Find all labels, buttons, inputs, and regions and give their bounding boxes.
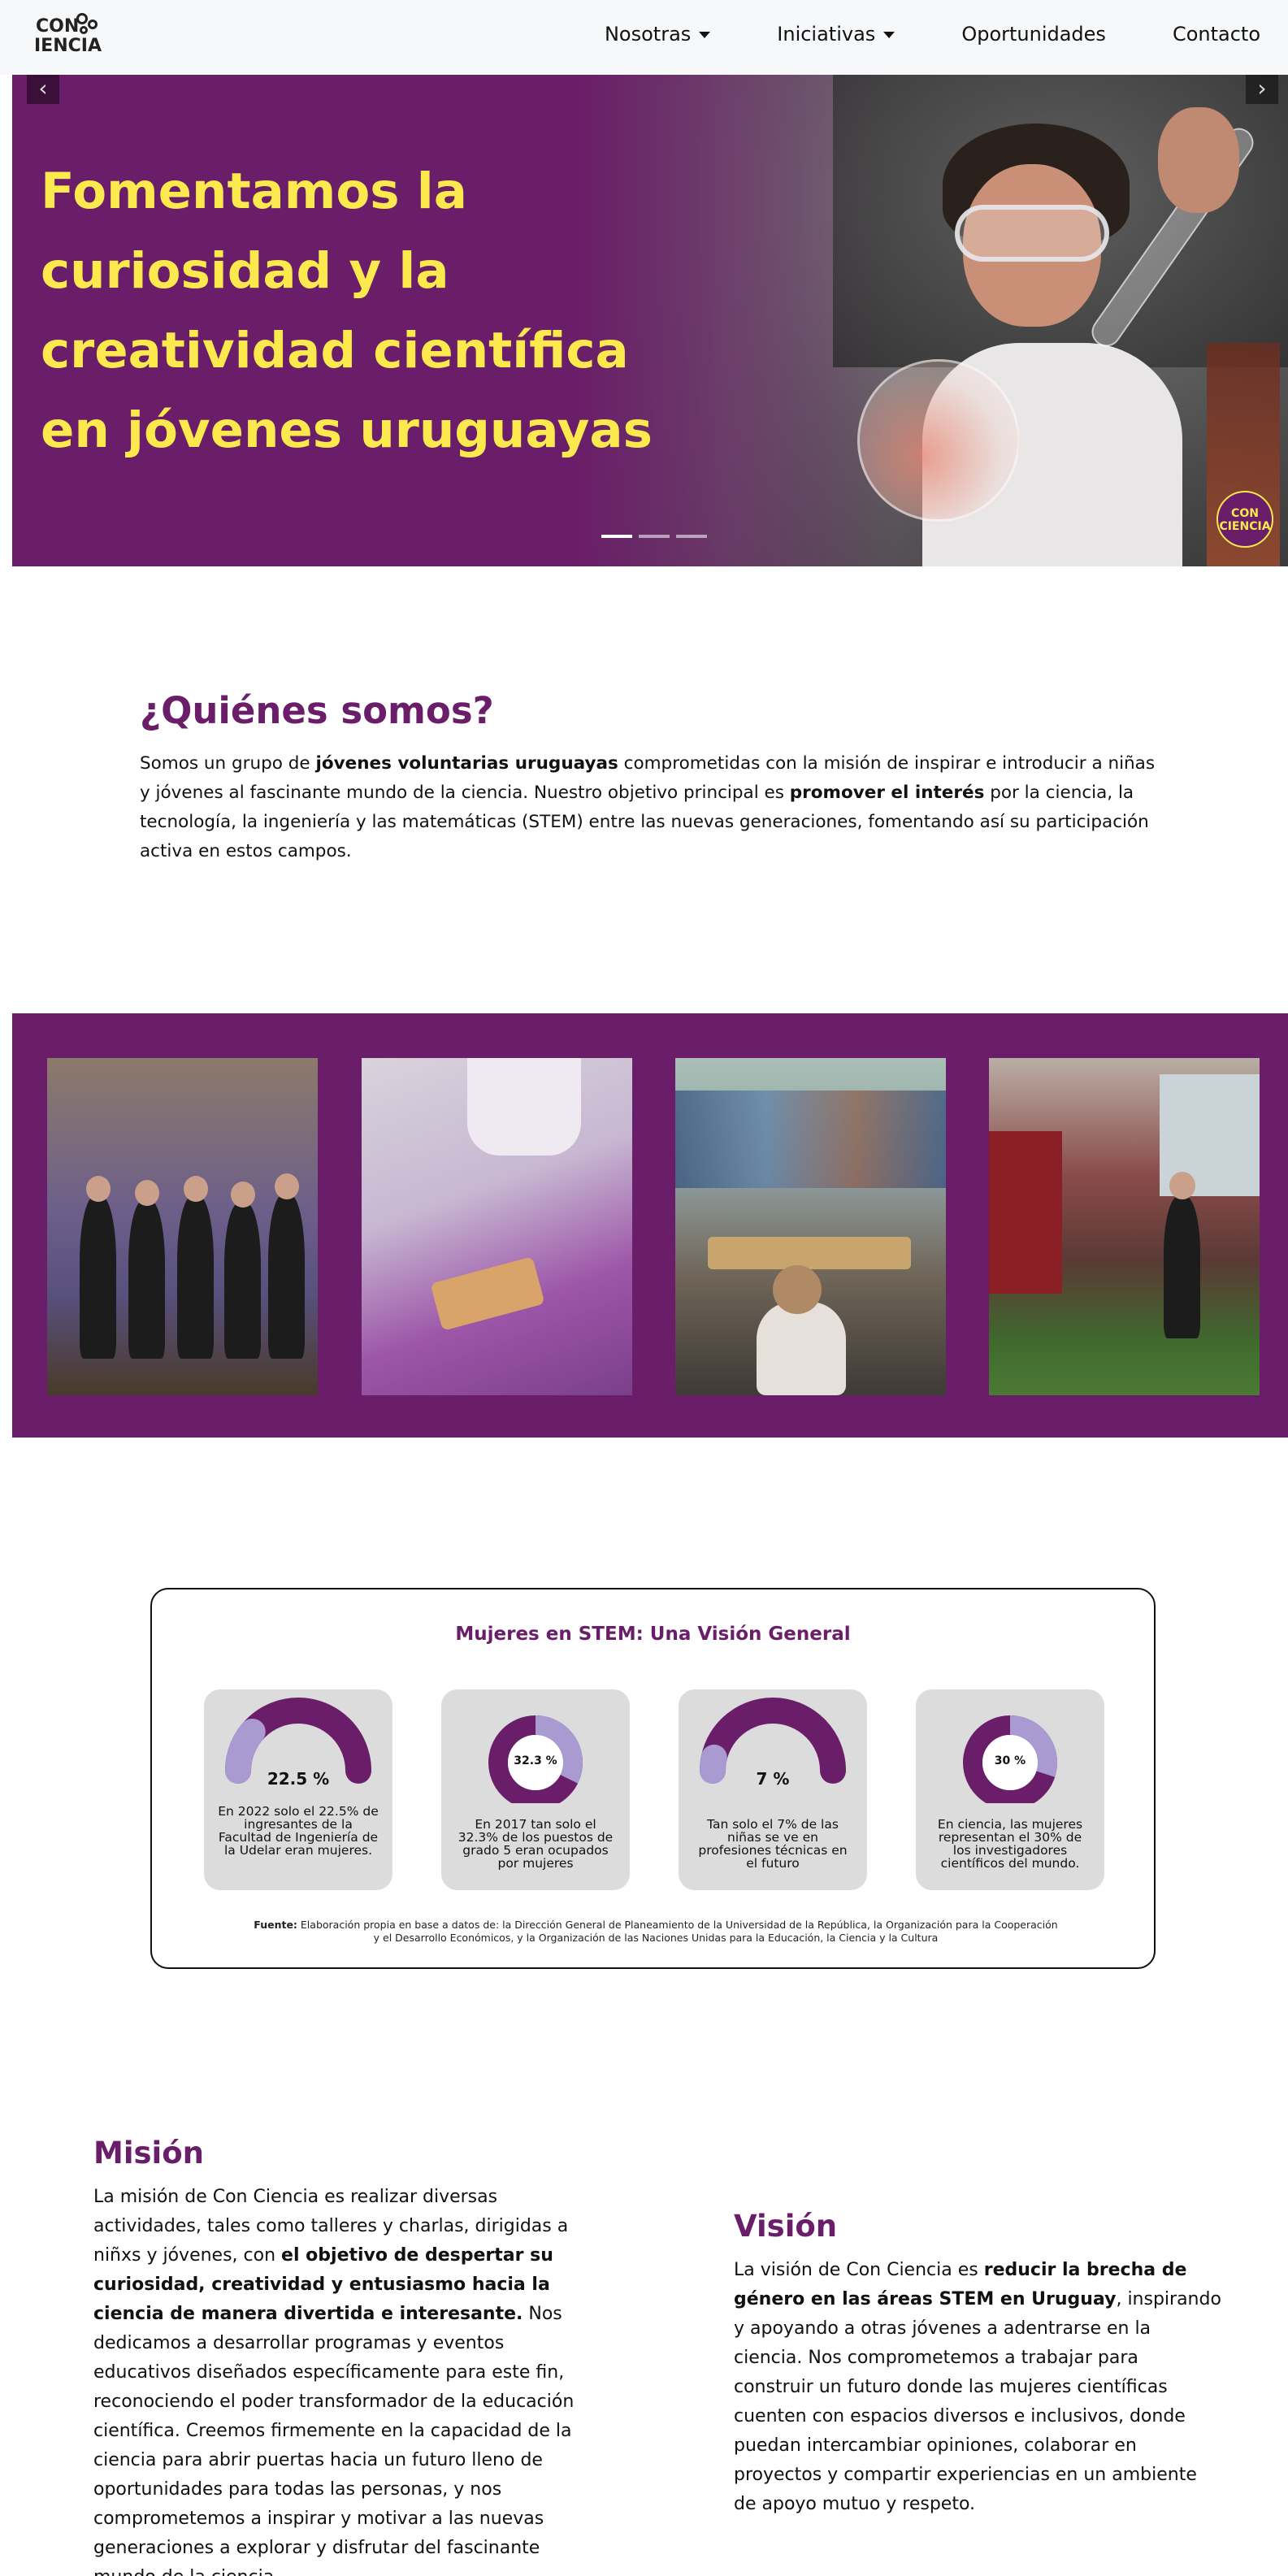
navbar: CON IENCIA Nosotras Iniciativas Oportuni… [0, 0, 1288, 75]
photo-person [224, 1203, 261, 1359]
mision-text-part: Nos dedicamos a desarrollar programas y … [93, 2304, 575, 2576]
hero-photo-girl-with-flask [573, 75, 1288, 566]
gear-icon [76, 13, 88, 24]
gallery-photo-library-talk [675, 1058, 946, 1395]
carousel-indicator[interactable] [639, 535, 670, 538]
mision-text: La misión de Con Ciencia es realizar div… [93, 2183, 581, 2576]
infographic-source: Fuente: Elaboración propia en base a dat… [249, 1919, 1062, 1945]
nav-item-label: Oportunidades [961, 23, 1106, 46]
hero-logo-badge: CON CIENCIA [1216, 491, 1273, 548]
photo-person [80, 1196, 116, 1359]
nav-item-label: Nosotras [604, 23, 692, 46]
vision-text: La visión de Con Ciencia es reducir la b… [734, 2256, 1221, 2519]
infographic-title: Mujeres en STEM: Una Visión General [455, 1624, 851, 1645]
photo-hand [1158, 107, 1239, 213]
photo-gallery-strip [12, 1013, 1288, 1438]
stat-gauge [963, 1715, 1057, 1803]
stat-value: 22.5 % [267, 1769, 330, 1789]
quienes-bold-part: promover el interés [789, 783, 985, 803]
stat-value: 30 % [994, 1754, 1026, 1767]
hero-carousel: Fomentamos la curiosidad y la creativida… [12, 75, 1288, 566]
photo-person-head [86, 1176, 111, 1202]
stat-card: 7 % Tan solo el 7% de las niñas se ve en… [679, 1689, 867, 1890]
gear-icon [80, 26, 88, 34]
logo-word-ciencia: IENCIA [34, 36, 102, 56]
photo-person [1164, 1196, 1200, 1338]
photo-lab-coat [467, 1058, 581, 1156]
carousel-prev-button[interactable]: ‹ [27, 75, 59, 104]
stat-description: Tan solo el 7% de las niñas se ve en pro… [698, 1817, 848, 1871]
photo-person-head [135, 1180, 159, 1206]
vision-title: Visión [734, 2209, 838, 2244]
caret-down-icon [699, 32, 711, 38]
photo-bookshelves [675, 1091, 946, 1188]
women-in-stem-infographic: Mujeres en STEM: Una Visión General 22.5… [150, 1588, 1156, 1969]
photo-person [128, 1200, 165, 1359]
stat-card: 32.3 % En 2017 tan solo el 32.3% de los … [441, 1689, 630, 1890]
vision-text-part: , inspirando y apoyando a otras jóvenes … [734, 2289, 1221, 2514]
photo-table [708, 1237, 911, 1269]
photo-person [268, 1195, 305, 1359]
main-menu: Nosotras Iniciativas Oportunidades Conta… [605, 23, 1260, 46]
photo-person-head [184, 1176, 208, 1202]
source-label: Fuente: [254, 1919, 297, 1931]
photo-craft-pieces [430, 1256, 545, 1331]
gauge-value-arc [225, 1718, 266, 1784]
nav-item-nosotras[interactable]: Nosotras [604, 23, 711, 46]
nav-item-iniciativas[interactable]: Iniciativas [777, 23, 896, 46]
gauge-track [700, 1698, 846, 1784]
gallery-photo-workshop-table [362, 1058, 632, 1395]
photo-flask [857, 359, 1020, 522]
stat-card: 22.5 % En 2022 solo el 22.5% de ingresan… [204, 1689, 392, 1890]
photo-person-head [1169, 1172, 1195, 1199]
photo-person [757, 1302, 846, 1395]
nav-item-label: Iniciativas [777, 23, 876, 46]
photo-curtain [989, 1131, 1062, 1294]
nav-item-contacto[interactable]: Contacto [1173, 23, 1260, 46]
source-text: Elaboración propia en base a datos de: l… [297, 1919, 1058, 1944]
carousel-indicators [601, 535, 707, 538]
nav-item-label: Contacto [1172, 23, 1260, 46]
con-ciencia-logo[interactable]: CON IENCIA [34, 11, 102, 60]
chevron-right-icon: › [1257, 75, 1267, 102]
photo-person-head [275, 1173, 299, 1199]
carousel-indicator[interactable] [676, 535, 707, 538]
stat-value: 7 % [756, 1769, 790, 1789]
stat-description: En 2017 tan solo el 32.3% de los puestos… [458, 1817, 614, 1871]
quienes-text-part: Somos un grupo de [140, 753, 316, 774]
photo-person [177, 1196, 214, 1359]
stat-description: En 2022 solo el 22.5% de ingresantes de … [218, 1804, 379, 1858]
nav-item-oportunidades[interactable]: Oportunidades [961, 23, 1106, 46]
quienes-bold-part: jóvenes voluntarias uruguayas [315, 753, 618, 774]
photo-goggles [955, 205, 1109, 262]
vision-text-part: La visión de Con Ciencia es [734, 2260, 984, 2280]
carousel-next-button[interactable]: › [1246, 75, 1278, 104]
badge-text: CON CIENCIA [1219, 507, 1271, 533]
quienes-somos-text: Somos un grupo de jóvenes voluntarias ur… [140, 749, 1156, 866]
gallery-photo-presentation [989, 1058, 1260, 1395]
logo-word-con: CON [36, 16, 80, 37]
carousel-indicator[interactable] [601, 535, 632, 538]
quienes-somos-title: ¿Quiénes somos? [140, 689, 494, 732]
mision-title: Misión [93, 2136, 204, 2171]
hero-title: Fomentamos la curiosidad y la creativida… [41, 163, 653, 459]
stat-card: 30 % En ciencia, las mujeres representan… [916, 1689, 1104, 1890]
photo-person-head [231, 1182, 255, 1208]
photo-person-head [773, 1265, 822, 1314]
stat-value: 32.3 % [514, 1754, 557, 1767]
gear-icon [88, 20, 98, 29]
caret-down-icon [883, 32, 896, 38]
gallery-photo-team-with-diplomas [47, 1058, 318, 1395]
stat-description: En ciencia, las mujeres representan el 3… [937, 1817, 1083, 1871]
stat-gauge [488, 1715, 583, 1803]
chevron-left-icon: ‹ [38, 75, 48, 102]
